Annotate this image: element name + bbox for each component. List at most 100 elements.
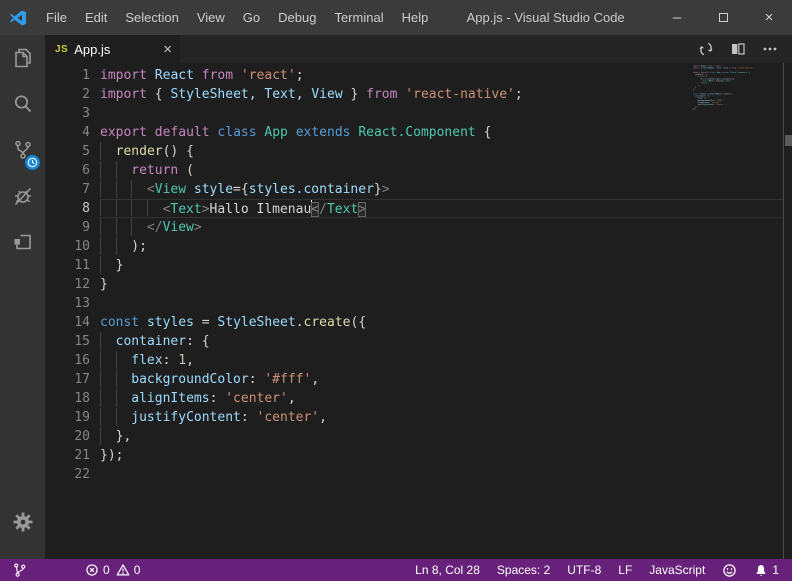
indent-guide (100, 389, 116, 407)
line-number: 6 (45, 161, 100, 180)
ellipsis-icon[interactable] (762, 41, 778, 57)
minimap[interactable]: import React from 'react';import { Style… (693, 65, 783, 129)
indent-guide (116, 180, 132, 198)
vscode-logo-icon (9, 9, 27, 27)
line-number: 4 (45, 123, 100, 142)
menu-file[interactable]: File (37, 0, 76, 35)
sidebar-item-debug[interactable] (0, 173, 45, 219)
code-area[interactable]: 1import React from 'react';2import { Sty… (45, 66, 792, 484)
warnings-status[interactable]: 0 (113, 559, 144, 581)
code-line-2[interactable]: 2import { StyleSheet, Text, View } from … (45, 85, 792, 104)
menu-view[interactable]: View (188, 0, 234, 35)
feedback-button[interactable] (719, 559, 740, 581)
notification-count: 1 (772, 563, 779, 577)
indent-guide (100, 218, 116, 236)
code-editor[interactable]: 1import React from 'react';2import { Sty… (45, 63, 792, 559)
encoding-status[interactable]: UTF-8 (564, 559, 604, 581)
window-title: App.js - Visual Studio Code (437, 10, 654, 25)
vscode-window: FileEditSelectionViewGoDebugTerminalHelp… (0, 0, 792, 581)
split-editor-icon[interactable] (730, 41, 746, 57)
code-line-13[interactable]: 13 (45, 294, 792, 313)
sidebar-item-extensions[interactable] (0, 219, 45, 265)
git-branch-status[interactable] (9, 559, 30, 581)
cursor-position-status[interactable]: Ln 8, Col 28 (412, 559, 483, 581)
menu-go[interactable]: Go (234, 0, 269, 35)
line-number: 8 (45, 199, 100, 218)
code-line-22[interactable]: 22 (45, 465, 792, 484)
minimap-content: import React from 'react';import { Style… (693, 65, 783, 112)
js-language-icon: JS (55, 44, 68, 55)
code-line-14[interactable]: 14const styles = StyleSheet.create({ (45, 313, 792, 332)
indent-guide (131, 218, 147, 236)
line-number: 17 (45, 370, 100, 389)
sidebar-item-search[interactable] (0, 81, 45, 127)
line-number: 1 (45, 66, 100, 85)
eol-status[interactable]: LF (615, 559, 635, 581)
code-line-7[interactable]: 7<View style={styles.container}> (45, 180, 792, 199)
editor-actions (698, 35, 792, 63)
menu-debug[interactable]: Debug (269, 0, 325, 35)
code-line-11[interactable]: 11} (45, 256, 792, 275)
menu-help[interactable]: Help (393, 0, 438, 35)
notifications-status[interactable]: 1 (751, 559, 782, 581)
tab-close-icon[interactable]: × (163, 42, 172, 57)
code-line-6[interactable]: 6return ( (45, 161, 792, 180)
code-line-4[interactable]: 4export default class App extends React.… (45, 123, 792, 142)
code-line-17[interactable]: 17backgroundColor: '#fff', (45, 370, 792, 389)
manage-button[interactable] (0, 499, 45, 545)
line-number: 5 (45, 142, 100, 161)
indent-guide (100, 370, 116, 388)
indentation-status[interactable]: Spaces: 2 (494, 559, 553, 581)
indent-guide (116, 389, 132, 407)
activity-bar (0, 35, 45, 559)
menu-edit[interactable]: Edit (76, 0, 116, 35)
window-controls: – × (654, 0, 792, 35)
code-line-15[interactable]: 15container: { (45, 332, 792, 351)
line-number: 22 (45, 465, 100, 484)
code-line-5[interactable]: 5render() { (45, 142, 792, 161)
line-number: 19 (45, 408, 100, 427)
code-line-19[interactable]: 19justifyContent: 'center', (45, 408, 792, 427)
sync-icon[interactable] (698, 41, 714, 57)
tab-label: App.js (74, 42, 110, 57)
menu-selection[interactable]: Selection (116, 0, 187, 35)
sync-progress-badge (25, 155, 40, 170)
language-mode-status[interactable]: JavaScript (646, 559, 708, 581)
errors-status[interactable]: 0 (82, 559, 113, 581)
indent-guide (116, 237, 132, 255)
code-line-8[interactable]: 8<Text>Hallo Ilmenau</Text> (45, 199, 792, 218)
code-line-12[interactable]: 12} (45, 275, 792, 294)
line-number: 18 (45, 389, 100, 408)
tab-appjs[interactable]: JS App.js × (45, 35, 180, 63)
smiley-icon (722, 563, 737, 578)
line-number: 11 (45, 256, 100, 275)
warning-icon (116, 563, 130, 577)
error-count: 0 (103, 563, 110, 577)
maximize-button[interactable] (700, 0, 746, 35)
code-line-20[interactable]: 20}, (45, 427, 792, 446)
close-button[interactable]: × (746, 0, 792, 35)
code-line-18[interactable]: 18alignItems: 'center', (45, 389, 792, 408)
line-number: 10 (45, 237, 100, 256)
menu-terminal[interactable]: Terminal (325, 0, 392, 35)
code-line-9[interactable]: 9</View> (45, 218, 792, 237)
code-line-10[interactable]: 10); (45, 237, 792, 256)
code-line-21[interactable]: 21}); (45, 446, 792, 465)
code-line-16[interactable]: 16flex: 1, (45, 351, 792, 370)
line-number: 9 (45, 218, 100, 237)
sidebar-item-explorer[interactable] (0, 35, 45, 81)
code-line-1[interactable]: 1import React from 'react'; (45, 66, 792, 85)
indent-guide (100, 237, 116, 255)
indent-guide (100, 408, 116, 426)
overview-cursor-marker (785, 135, 792, 146)
line-number: 2 (45, 85, 100, 104)
line-number: 7 (45, 180, 100, 199)
code-line-3[interactable]: 3 (45, 104, 792, 123)
overview-ruler[interactable] (783, 63, 792, 559)
maximize-icon (719, 13, 728, 22)
indent-guide (100, 351, 116, 369)
search-icon (11, 92, 35, 116)
indent-guide (147, 200, 163, 216)
sidebar-item-source-control[interactable] (0, 127, 45, 173)
minimize-button[interactable]: – (654, 0, 700, 35)
